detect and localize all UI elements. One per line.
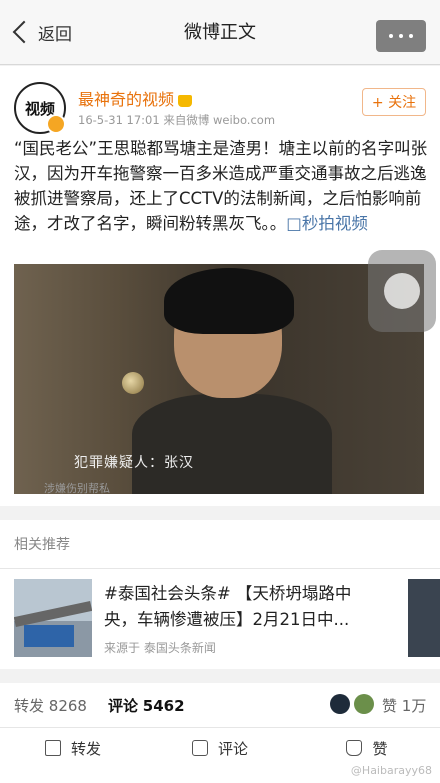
video-link[interactable]: □秒拍视频: [286, 214, 368, 233]
like-stat[interactable]: 赞 1万: [382, 695, 426, 716]
assistive-touch-button[interactable]: [368, 250, 436, 332]
more-dot-icon: [389, 34, 393, 38]
person-body-image: [132, 394, 332, 494]
video-caption: 犯罪嫌疑人：张汉: [74, 455, 194, 471]
related-heading: 相关推荐: [14, 537, 70, 553]
comment-count: 5462: [142, 697, 185, 715]
related-item[interactable]: #泰国社会头条# 【天桥坍塌路中 央，车辆惨遭被压】2月21日中... 来源于 …: [0, 569, 440, 669]
repost-stat-label: 转发: [14, 697, 45, 715]
avatar[interactable]: 视频: [14, 82, 66, 134]
video-caption-partial: 涉嫌伤别帮私: [44, 482, 110, 494]
comment-icon: [191, 740, 208, 756]
follow-button[interactable]: + 关注: [362, 88, 426, 116]
stats-bar: 转发 8268 评论 5462 赞 1万: [0, 683, 440, 728]
watermark: @Haibarayy68: [350, 764, 432, 777]
more-dot-icon: [399, 34, 403, 38]
repost-count: 8268: [48, 697, 87, 715]
repost-icon: [44, 740, 61, 756]
top-navigation-bar: 返回 微博正文: [0, 0, 440, 65]
related-title-line2: 央，车辆惨遭被压】2月21日中...: [104, 610, 350, 629]
thumbnail-truck: [24, 625, 74, 647]
post-meta: 16-5-31 17:01 来自微博 weibo.com: [78, 113, 276, 127]
like-count: 1万: [401, 697, 427, 715]
like-stat-label: 赞: [382, 697, 398, 715]
related-thumbnail-partial[interactable]: [408, 579, 440, 657]
repost-stat[interactable]: 转发 8268: [14, 695, 87, 716]
comment-button-label: 评论: [217, 739, 248, 758]
video-player[interactable]: 犯罪嫌疑人：张汉 涉嫌伤别帮私: [14, 264, 424, 494]
related-thumbnail: [14, 579, 92, 657]
related-source: 来源于 泰国头条新闻: [104, 641, 216, 655]
username-link[interactable]: 最神奇的视频: [78, 86, 193, 110]
post-text-block: “国民老公”王思聪都骂塘主是渣男！塘主以前的名字叫张汉，因为开车拖警察一百多米造…: [14, 136, 428, 236]
more-dot-icon: [409, 34, 413, 38]
action-bar: 转发 评论 赞 @Haibarayy68: [0, 728, 440, 783]
liker-avatar[interactable]: [354, 694, 374, 714]
like-button[interactable]: 赞: [294, 728, 440, 768]
door-knob-image: [122, 372, 144, 394]
comment-button[interactable]: 评论: [147, 728, 293, 768]
verified-badge-icon: [46, 114, 66, 134]
like-button-label: 赞: [372, 739, 388, 758]
crown-icon: [178, 94, 193, 107]
comment-stat-label: 评论: [108, 697, 139, 715]
repost-button-label: 转发: [70, 739, 101, 758]
assistive-touch-icon: [384, 273, 420, 309]
repost-button[interactable]: 转发: [0, 728, 146, 768]
person-hair-image: [164, 268, 294, 334]
username: 最神奇的视频: [78, 90, 175, 109]
comment-stat[interactable]: 评论 5462: [108, 695, 185, 716]
page-title: 微博正文: [184, 22, 256, 43]
more-options-button[interactable]: [376, 20, 426, 52]
liker-avatar[interactable]: [330, 694, 350, 714]
like-icon: [346, 740, 363, 756]
related-header: 相关推荐: [0, 520, 440, 569]
related-title-line1: #泰国社会头条# 【天桥坍塌路中: [104, 584, 352, 603]
